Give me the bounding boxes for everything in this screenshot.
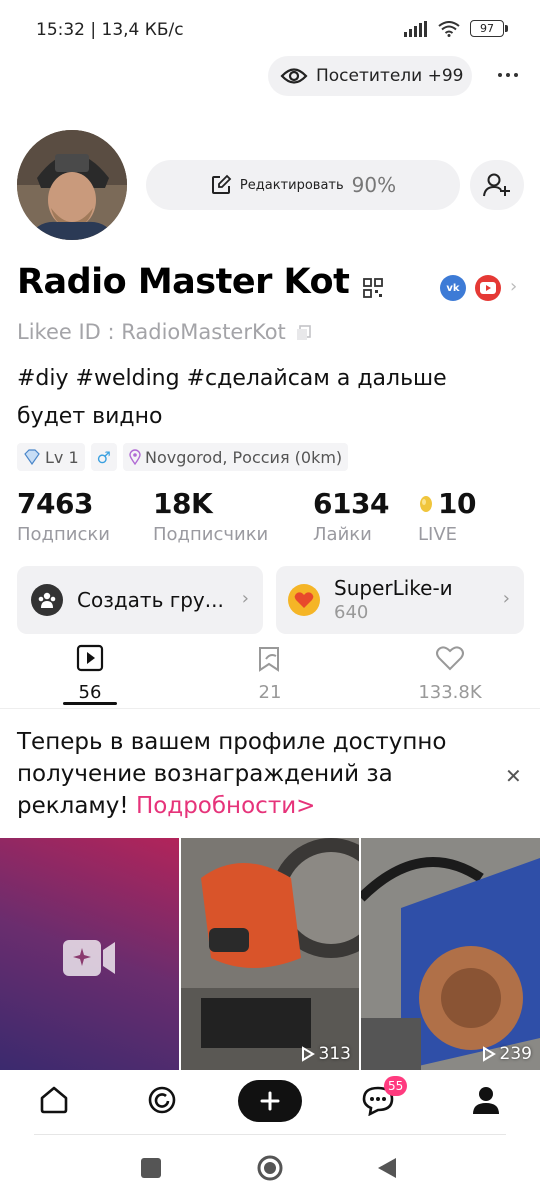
group-icon: [31, 584, 63, 616]
content-tabs: 56 21 133.8K: [0, 640, 540, 708]
edit-profile-button[interactable]: Редактировать 90%: [146, 160, 460, 210]
superlike-label: SuperLike-и: [334, 576, 453, 601]
video-camera-icon: [63, 940, 115, 976]
divider: [34, 1134, 506, 1135]
profile-tags: Lv 1 ♂ Novgorod, Россия (0km): [17, 443, 349, 471]
ad-reward-notice: Теперь в вашем профиле доступно получени…: [17, 729, 447, 819]
nav-home[interactable]: [38, 1084, 70, 1120]
status-time: 15:32 | 13,4 КБ/с: [36, 20, 184, 40]
chevron-right-icon[interactable]: ›: [510, 276, 517, 297]
profile-icon: [473, 1087, 499, 1114]
superlike-count: 640: [334, 602, 369, 624]
nav-profile[interactable]: [470, 1084, 502, 1120]
view-count: 239: [482, 1044, 532, 1064]
chevron-right-icon: ›: [241, 588, 249, 609]
profile-name: Radio Master Kot: [17, 262, 350, 302]
add-user-icon: [483, 173, 510, 197]
active-tab-indicator: [63, 702, 117, 705]
more-options-button[interactable]: [494, 64, 522, 86]
location-tag[interactable]: Novgorod, Россия (0km): [123, 443, 349, 471]
gender-tag: ♂: [90, 443, 117, 471]
home-button-icon[interactable]: [256, 1154, 284, 1182]
bottom-nav: 55: [0, 1070, 540, 1136]
edit-percent: 90%: [351, 173, 397, 197]
create-video-tile[interactable]: [0, 838, 179, 1070]
home-icon: [40, 1086, 68, 1114]
status-icons: 97: [404, 20, 508, 37]
video-tile[interactable]: 313: [181, 838, 359, 1070]
play-icon: [301, 1046, 315, 1062]
avatar[interactable]: [17, 130, 127, 240]
wifi-icon: [438, 20, 460, 37]
edit-icon: [211, 174, 232, 194]
qr-code-icon[interactable]: [363, 278, 383, 298]
vk-icon[interactable]: vk: [440, 275, 466, 301]
youtube-icon[interactable]: [475, 275, 501, 301]
level-tag[interactable]: Lv 1: [17, 443, 85, 471]
tag-icon: [259, 647, 279, 672]
play-icon: [482, 1046, 496, 1062]
chevron-right-icon: ›: [502, 588, 510, 609]
eye-icon: [280, 68, 308, 84]
close-icon[interactable]: ✕: [505, 764, 522, 788]
bean-icon: [420, 495, 432, 512]
messages-badge: 55: [384, 1076, 408, 1096]
tab-videos[interactable]: 56: [30, 640, 150, 703]
visitors-button[interactable]: Посетители +99: [268, 56, 472, 96]
superlike-card[interactable]: SuperLike-и 640 ›: [276, 566, 524, 634]
superlike-icon: [288, 584, 320, 616]
video-grid: 313 239: [0, 838, 540, 1070]
profile-bio: #diy #welding #сделайсам а дальше будет …: [17, 366, 447, 429]
video-icon: [76, 644, 104, 672]
back-icon[interactable]: [376, 1156, 398, 1180]
edit-label: Редактировать: [239, 177, 344, 193]
likee-id: Likee ID : RadioMasterKot: [17, 320, 312, 344]
system-nav-bar: [0, 1140, 540, 1200]
signal-icon: [404, 20, 427, 37]
stat-followers[interactable]: 18K Подписчики: [153, 487, 268, 545]
divider: [0, 708, 540, 709]
stat-likes[interactable]: 6134 Лайки: [313, 487, 389, 545]
nav-discover[interactable]: [146, 1084, 178, 1120]
video-tile[interactable]: 239: [361, 838, 540, 1070]
plus-icon: [260, 1091, 280, 1111]
tab-tagged[interactable]: 21: [210, 640, 330, 703]
create-group-card[interactable]: Создать гру... ›: [17, 566, 263, 634]
tab-liked[interactable]: 133.8K: [390, 640, 510, 703]
battery-icon: 97: [470, 20, 508, 37]
stat-live[interactable]: 10 LIVE: [418, 487, 476, 545]
heart-icon: [436, 646, 464, 671]
location-pin-icon: [129, 449, 141, 465]
copy-icon[interactable]: [296, 325, 312, 341]
visitors-label: Посетители +99: [316, 66, 464, 86]
details-link[interactable]: Подробности>: [136, 793, 316, 819]
view-count: 313: [301, 1044, 351, 1064]
recent-apps-icon[interactable]: [140, 1157, 162, 1179]
create-group-label: Создать гру...: [77, 588, 224, 612]
discover-icon: [148, 1086, 176, 1114]
diamond-icon: [24, 449, 40, 465]
create-button[interactable]: [238, 1080, 302, 1122]
add-friend-button[interactable]: [470, 160, 524, 210]
stat-following[interactable]: 7463 Подписки: [17, 487, 110, 545]
